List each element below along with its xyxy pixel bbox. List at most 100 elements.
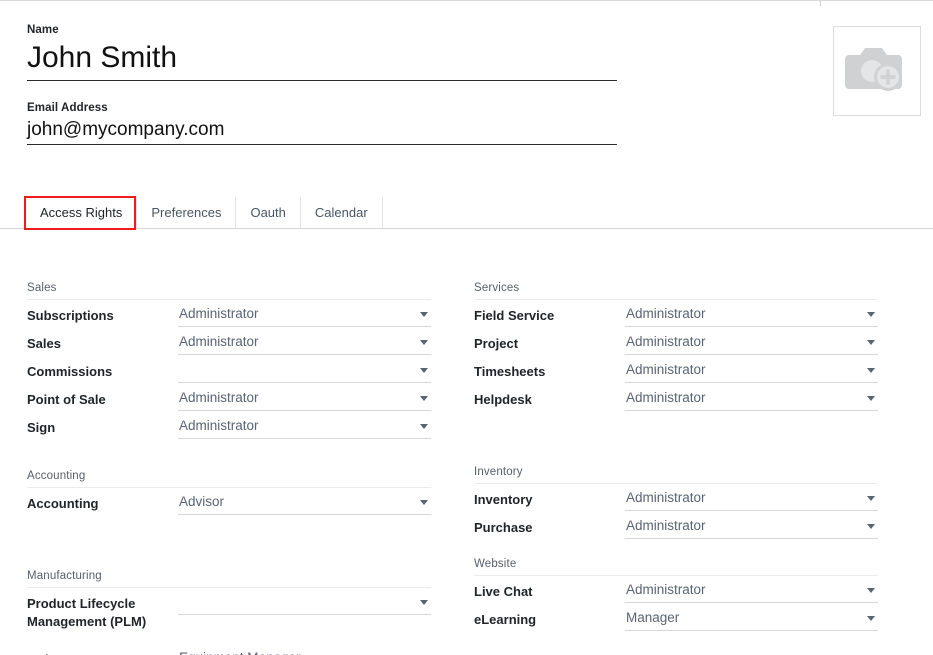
name-input[interactable]: John Smith (27, 39, 617, 81)
chevron-down-icon (867, 368, 875, 373)
section-gap-services-inventory (474, 415, 878, 465)
field-value-maintenance: Equipment Manager (178, 647, 431, 655)
field-label-inventory: Inventory (474, 487, 625, 509)
field-row-sign: Sign Administrator (27, 415, 431, 443)
field-label-sign: Sign (27, 415, 178, 437)
field-value-accounting: Advisor (178, 491, 431, 513)
field-value-purchase: Administrator (625, 515, 878, 537)
field-select-sign[interactable]: Administrator (178, 415, 431, 439)
field-select-inventory[interactable]: Administrator (625, 487, 878, 511)
field-value-elearning: Manager (625, 607, 878, 629)
field-label-commissions: Commissions (27, 359, 178, 381)
field-select-live-chat[interactable]: Administrator (625, 579, 878, 603)
field-value-sales: Administrator (178, 331, 431, 353)
field-value-subscriptions: Administrator (178, 303, 431, 325)
field-label-helpdesk: Helpdesk (474, 387, 625, 409)
user-header-form: Name John Smith Email Address john@mycom… (27, 23, 617, 145)
section-sales-title: Sales (27, 281, 431, 300)
section-inventory-title: Inventory (474, 465, 878, 484)
chevron-down-icon (420, 600, 428, 605)
field-value-live-chat: Administrator (625, 579, 878, 601)
email-input[interactable]: john@mycompany.com (27, 117, 617, 145)
tab-calendar[interactable]: Calendar (300, 197, 383, 228)
user-form-page: Name John Smith Email Address john@mycom… (0, 0, 933, 655)
tab-access-rights[interactable]: Access Rights (26, 197, 136, 228)
field-label-subscriptions: Subscriptions (27, 303, 178, 325)
field-select-field-service[interactable]: Administrator (625, 303, 878, 327)
section-gap-sales-accounting (27, 443, 431, 469)
field-row-elearning: eLearning Manager (474, 607, 878, 635)
section-accounting: Accounting Accounting Advisor (27, 469, 431, 519)
field-value-inventory: Administrator (625, 487, 878, 509)
field-row-commissions: Commissions (27, 359, 431, 387)
chevron-down-icon (867, 340, 875, 345)
field-select-sales[interactable]: Administrator (178, 331, 431, 355)
field-value-field-service: Administrator (625, 303, 878, 325)
tab-preferences[interactable]: Preferences (136, 197, 235, 228)
field-value-sign: Administrator (178, 415, 431, 437)
header-field-gap (27, 81, 617, 101)
field-select-subscriptions[interactable]: Administrator (178, 303, 431, 327)
field-row-project: Project Administrator (474, 331, 878, 359)
field-select-timesheets[interactable]: Administrator (625, 359, 878, 383)
chevron-down-icon (420, 312, 428, 317)
section-services-title: Services (474, 281, 878, 300)
field-select-maintenance[interactable]: Equipment Manager (178, 647, 431, 655)
avatar-upload-box[interactable] (833, 26, 921, 116)
section-sales: Sales Subscriptions Administrator Sales … (27, 281, 431, 443)
section-accounting-title: Accounting (27, 469, 431, 488)
field-label-elearning: eLearning (474, 607, 625, 629)
field-label-sales: Sales (27, 331, 178, 353)
field-row-purchase: Purchase Administrator (474, 515, 878, 543)
chevron-down-icon (420, 424, 428, 429)
field-value-timesheets: Administrator (625, 359, 878, 381)
field-label-timesheets: Timesheets (474, 359, 625, 381)
field-row-helpdesk: Helpdesk Administrator (474, 387, 878, 415)
field-row-live-chat: Live Chat Administrator (474, 579, 878, 607)
field-row-subscriptions: Subscriptions Administrator (27, 303, 431, 331)
form-tab-bar: Access Rights Preferences Oauth Calendar (0, 197, 933, 229)
field-select-project[interactable]: Administrator (625, 331, 878, 355)
section-gap-inventory-website (474, 543, 878, 557)
top-border-tick (820, 1, 821, 6)
field-label-maintenance: Maintenance (27, 647, 178, 655)
field-row-inventory: Inventory Administrator (474, 487, 878, 515)
access-rights-right-column: Services Field Service Administrator Pro… (474, 281, 878, 635)
field-row-field-service: Field Service Administrator (474, 303, 878, 331)
field-label-accounting: Accounting (27, 491, 178, 513)
field-row-maintenance: Maintenance Equipment Manager (27, 647, 431, 655)
chevron-down-icon (867, 524, 875, 529)
chevron-down-icon (867, 588, 875, 593)
tab-oauth[interactable]: Oauth (235, 197, 299, 228)
field-label-field-service: Field Service (474, 303, 625, 325)
field-label-purchase: Purchase (474, 515, 625, 537)
field-select-purchase[interactable]: Administrator (625, 515, 878, 539)
field-select-accounting[interactable]: Advisor (178, 491, 431, 515)
tab-calendar-label: Calendar (315, 205, 368, 220)
field-select-elearning[interactable]: Manager (625, 607, 878, 631)
field-select-helpdesk[interactable]: Administrator (625, 387, 878, 411)
section-gap-accounting-manufacturing (27, 519, 431, 569)
name-field-label: Name (27, 23, 617, 37)
field-row-timesheets: Timesheets Administrator (474, 359, 878, 387)
camera-add-photo-icon (845, 41, 909, 102)
field-row-sales: Sales Administrator (27, 331, 431, 359)
field-label-project: Project (474, 331, 625, 353)
chevron-down-icon (867, 396, 875, 401)
chevron-down-icon (867, 616, 875, 621)
field-label-live-chat: Live Chat (474, 579, 625, 601)
field-select-plm[interactable] (178, 591, 431, 615)
field-row-accounting: Accounting Advisor (27, 491, 431, 519)
chevron-down-icon (420, 500, 428, 505)
chevron-down-icon (420, 340, 428, 345)
field-select-point-of-sale[interactable]: Administrator (178, 387, 431, 411)
field-select-commissions[interactable] (178, 359, 431, 383)
email-field-label: Email Address (27, 101, 617, 115)
field-value-point-of-sale: Administrator (178, 387, 431, 409)
chevron-down-icon (420, 396, 428, 401)
field-label-plm: Product Lifecycle Management (PLM) (27, 591, 178, 631)
field-row-point-of-sale: Point of Sale Administrator (27, 387, 431, 415)
section-inventory: Inventory Inventory Administrator Purcha… (474, 465, 878, 543)
field-label-point-of-sale: Point of Sale (27, 387, 178, 409)
section-website: Website Live Chat Administrator eLearnin… (474, 557, 878, 635)
